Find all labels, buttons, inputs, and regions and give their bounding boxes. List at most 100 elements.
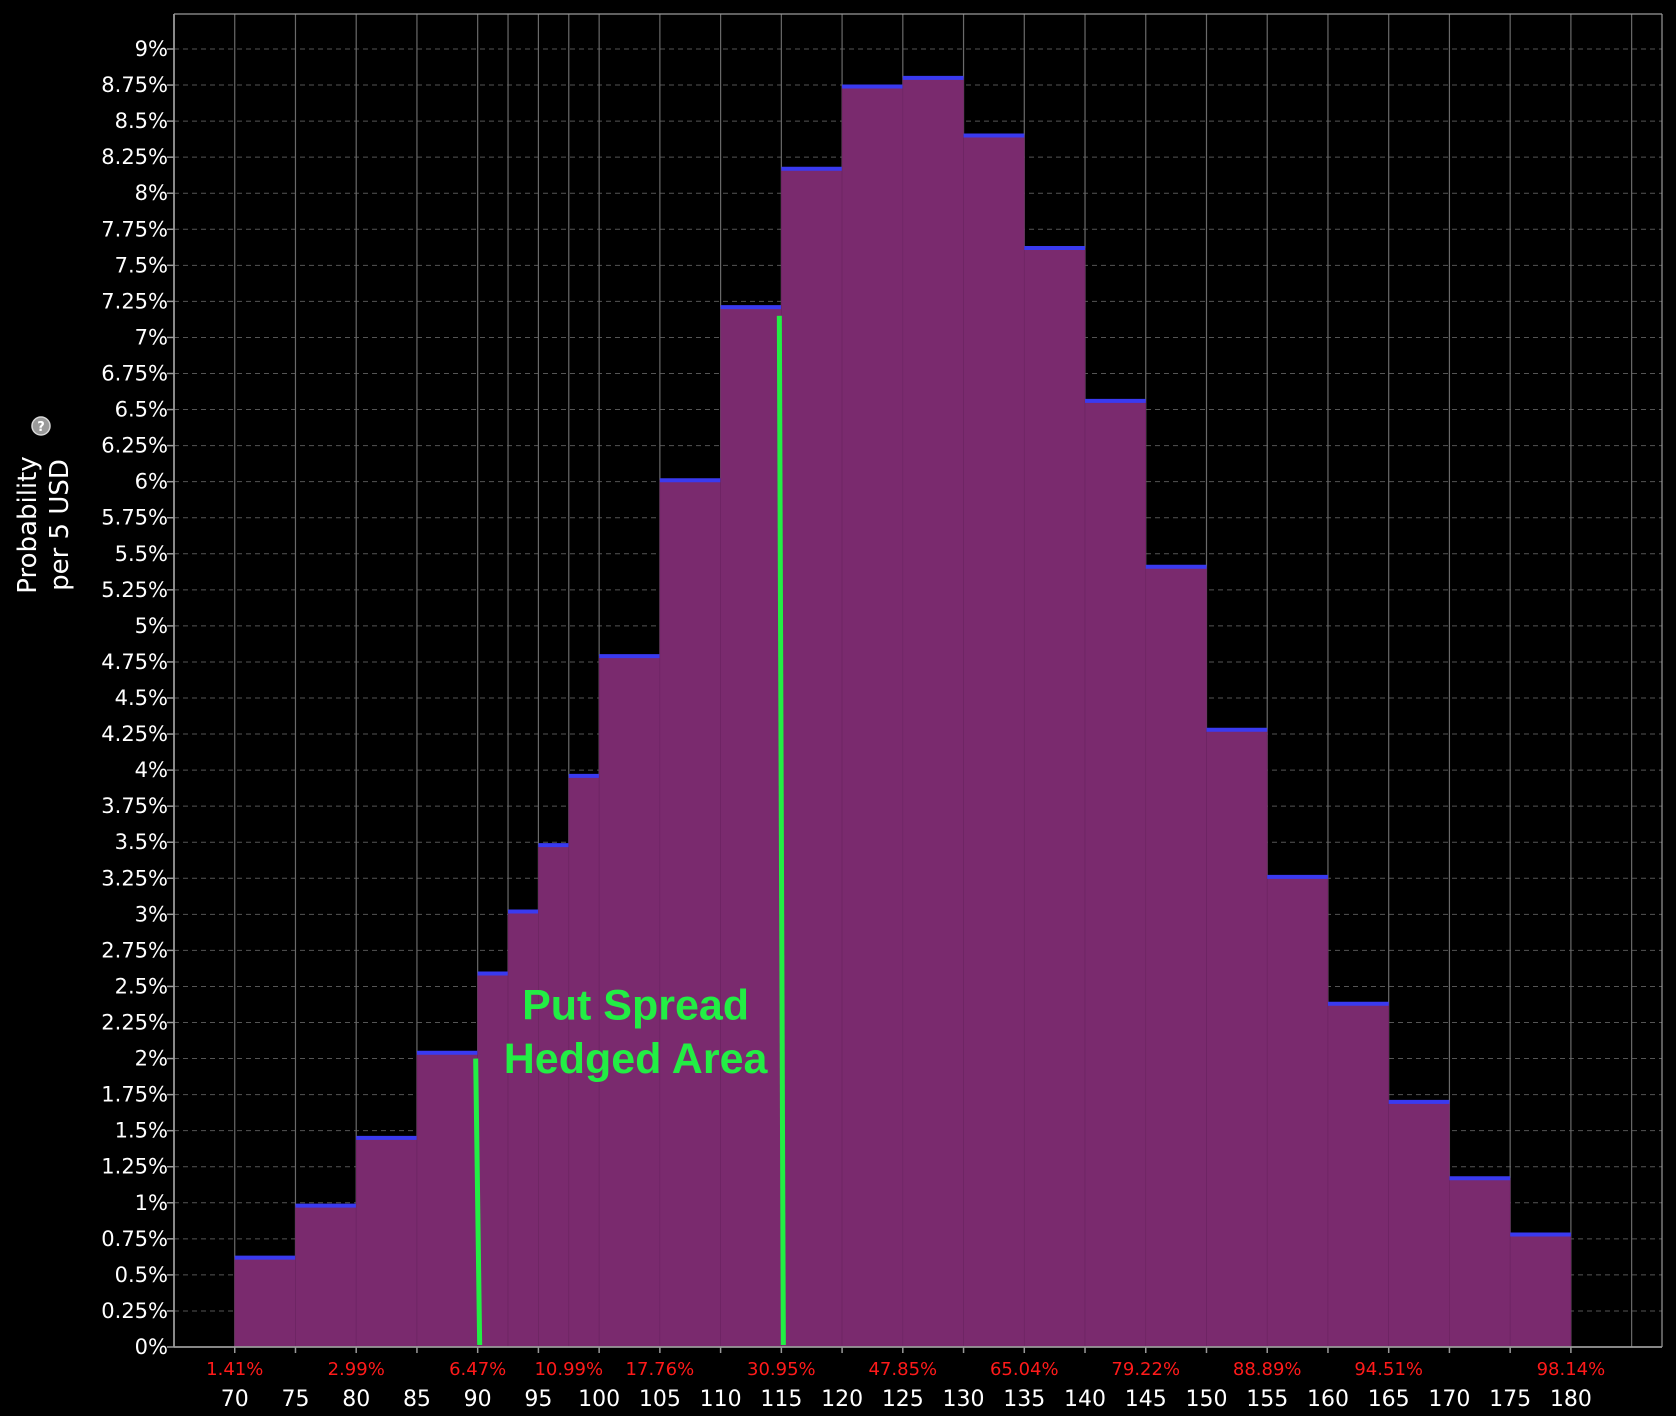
x-tick-label: 160: [1307, 1387, 1349, 1412]
x-tick-label: 110: [700, 1387, 742, 1412]
y-tick-label: 1.75%: [101, 1083, 168, 1107]
y-tick-label: 7%: [135, 325, 168, 349]
y-tick-label: 8.25%: [101, 145, 168, 169]
x-tick-label: 100: [578, 1387, 620, 1412]
y-tick-label: 3.5%: [115, 830, 168, 854]
histogram-bar: [781, 168, 843, 1348]
y-tick-label: 4.75%: [101, 650, 168, 674]
y-tick-label: 7.25%: [101, 289, 168, 313]
histogram-bar: [1206, 729, 1268, 1348]
y-tick-label: 5.5%: [115, 542, 168, 566]
y-tick-label: 5%: [135, 614, 168, 638]
y-tick-label: 6.75%: [101, 362, 168, 386]
histogram-bar: [1266, 876, 1329, 1348]
y-tick-label: 2.5%: [115, 974, 168, 998]
histogram-bar: [507, 911, 539, 1348]
y-tick-label: 7.75%: [101, 217, 168, 241]
y-tick-label: 6.5%: [115, 398, 168, 422]
x-tick-label: 90: [464, 1387, 492, 1412]
x-tick-label: 125: [882, 1387, 924, 1412]
cumulative-label: 17.76%: [626, 1359, 695, 1380]
cumulative-label: 30.95%: [747, 1359, 816, 1380]
histogram-bar: [355, 1137, 418, 1348]
histogram-bar: [1023, 247, 1086, 1348]
y-tick-label: 8.5%: [115, 109, 168, 133]
histogram-bar: [963, 135, 1025, 1348]
x-tick-label: 150: [1185, 1387, 1227, 1412]
x-tick-label: 85: [403, 1387, 431, 1412]
histogram-bar: [538, 844, 570, 1348]
x-tick-label: 95: [524, 1387, 552, 1412]
y-tick-label: 1%: [135, 1191, 168, 1215]
y-tick-label: 0.5%: [115, 1263, 168, 1287]
histogram-bar: [416, 1052, 478, 1348]
x-tick-label: 120: [821, 1387, 863, 1412]
histogram-bar: [841, 86, 904, 1348]
y-tick-label: 8.75%: [101, 73, 168, 97]
annotation-line-1: Put Spread: [522, 982, 749, 1030]
y-tick-label: 7.5%: [115, 253, 168, 277]
y-tick-label: 4%: [135, 758, 168, 782]
x-tick-label: 170: [1428, 1387, 1470, 1412]
histogram-bar: [234, 1257, 296, 1348]
probability-histogram: 0% 0.25% 0.5% 0.75% 1% 1.25% 1.5% 1.75% 2% 2.25% 2…: [0, 0, 1676, 1416]
cumulative-label: 2.99%: [328, 1359, 385, 1380]
x-tick-label: 155: [1246, 1387, 1288, 1412]
y-tick-label: 0%: [135, 1335, 168, 1359]
x-tick-label: 140: [1064, 1387, 1106, 1412]
svg-text:?: ?: [37, 420, 45, 435]
histogram-bar: [1388, 1101, 1450, 1348]
y-tick-label: 4.25%: [101, 722, 168, 746]
histogram-bar: [902, 77, 964, 1348]
y-tick-label: 0.25%: [101, 1299, 168, 1323]
y-axis-label-line-1: Probability: [13, 456, 43, 593]
y-tick-label: 1.25%: [101, 1155, 168, 1179]
cumulative-label: 10.99%: [534, 1359, 603, 1380]
histogram-bar: [720, 306, 782, 1348]
cumulative-label: 65.04%: [990, 1359, 1059, 1380]
y-tick-label: 3%: [135, 902, 168, 926]
x-tick-labels: 70 75 80 85 90 95 100 105 110 115 120 125 130 135 140 1…: [221, 1387, 1592, 1412]
histogram-bar: [477, 973, 509, 1348]
y-tick-label: 3.75%: [101, 794, 168, 818]
y-tick-label: 5.25%: [101, 578, 168, 602]
cumulative-label: 47.85%: [868, 1359, 937, 1380]
histogram-bar: [1145, 566, 1207, 1348]
cumulative-label: 79.22%: [1111, 1359, 1180, 1380]
y-tick-label: 3.25%: [101, 866, 168, 890]
histogram-bar: [295, 1205, 357, 1348]
x-tick-label: 80: [342, 1387, 370, 1412]
x-tick-label: 180: [1550, 1387, 1592, 1412]
y-tick-label: 4.5%: [115, 686, 168, 710]
histogram-bar: [1327, 1003, 1389, 1348]
y-tick-label: 2.75%: [101, 938, 168, 962]
histogram-bar: [1509, 1234, 1572, 1348]
question-circle-icon[interactable]: ?: [31, 416, 51, 436]
y-tick-label: 2.25%: [101, 1011, 168, 1035]
x-tick-label: 75: [281, 1387, 309, 1412]
cumulative-label: 1.41%: [206, 1359, 263, 1380]
histogram-bar: [1449, 1177, 1511, 1348]
y-tick-label: 6.25%: [101, 434, 168, 458]
y-tick-label: 9%: [135, 37, 168, 61]
cumulative-label: 98.14%: [1537, 1359, 1606, 1380]
x-tick-label: 145: [1125, 1387, 1167, 1412]
cumulative-label: 88.89%: [1233, 1359, 1302, 1380]
y-tick-label: 2%: [135, 1047, 168, 1071]
y-axis-label-line-2: per 5 USD: [45, 459, 75, 591]
cumulative-label: 94.51%: [1354, 1359, 1423, 1380]
histogram-bar: [659, 479, 721, 1348]
y-tick-label: 1.5%: [115, 1119, 168, 1143]
x-tick-label: 165: [1368, 1387, 1410, 1412]
x-tick-label: 105: [639, 1387, 681, 1412]
histogram-bar: [1084, 400, 1147, 1348]
x-tick-label: 70: [221, 1387, 249, 1412]
x-tick-label: 135: [1003, 1387, 1045, 1412]
cumulative-label: 6.47%: [449, 1359, 506, 1380]
y-tick-label: 5.75%: [101, 506, 168, 530]
x-tick-label: 130: [943, 1387, 985, 1412]
y-tick-label: 6%: [135, 470, 168, 494]
x-tick-label: 175: [1489, 1387, 1531, 1412]
annotation-line-2: Hedged Area: [504, 1035, 769, 1083]
x-tick-label: 115: [760, 1387, 802, 1412]
